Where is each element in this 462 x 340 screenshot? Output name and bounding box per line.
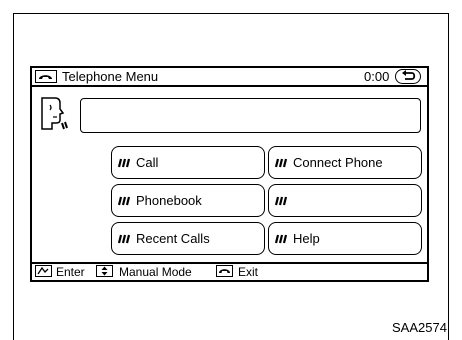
bottom-hint-bar: Enter Manual Mode Exit <box>32 262 427 280</box>
voice-command-icon <box>275 158 288 167</box>
enter-hint: Enter <box>56 265 85 279</box>
figure-id-caption: SAA2574 <box>392 320 447 335</box>
connect-phone-button-label: Connect Phone <box>293 155 383 170</box>
voice-command-icon <box>118 158 131 167</box>
telephone-menu-screen: Telephone Menu 0:00 Call Connect Phone P… <box>30 66 429 282</box>
empty-button[interactable] <box>268 184 422 217</box>
exit-hint: Exit <box>238 265 259 279</box>
connect-phone-button[interactable]: Connect Phone <box>268 146 422 179</box>
voice-recognition-head-icon <box>38 96 70 132</box>
voice-command-icon <box>118 196 131 205</box>
voice-command-icon <box>275 196 288 205</box>
back-arrow-icon <box>402 70 416 80</box>
voice-command-display[interactable] <box>80 98 421 133</box>
recent-calls-button-label: Recent Calls <box>136 231 210 246</box>
title-bar: Telephone Menu 0:00 <box>32 68 427 87</box>
recent-calls-button[interactable]: Recent Calls <box>111 222 265 255</box>
scroll-knob-icon <box>96 265 113 277</box>
page-title: Telephone Menu <box>62 69 159 84</box>
voice-command-icon <box>275 234 288 243</box>
call-button[interactable]: Call <box>111 146 265 179</box>
back-button[interactable] <box>395 69 421 84</box>
voice-command-icon <box>118 234 131 243</box>
phonebook-button-label: Phonebook <box>136 193 202 208</box>
touch-enter-icon <box>35 265 52 277</box>
help-button-label: Help <box>293 231 320 246</box>
help-button[interactable]: Help <box>268 222 422 255</box>
hang-up-icon <box>216 265 233 277</box>
phonebook-button[interactable]: Phonebook <box>111 184 265 217</box>
call-timer: 0:00 <box>364 69 390 84</box>
phone-handset-icon <box>35 70 57 83</box>
manual-mode-hint: Manual Mode <box>119 265 192 279</box>
call-button-label: Call <box>136 155 159 170</box>
